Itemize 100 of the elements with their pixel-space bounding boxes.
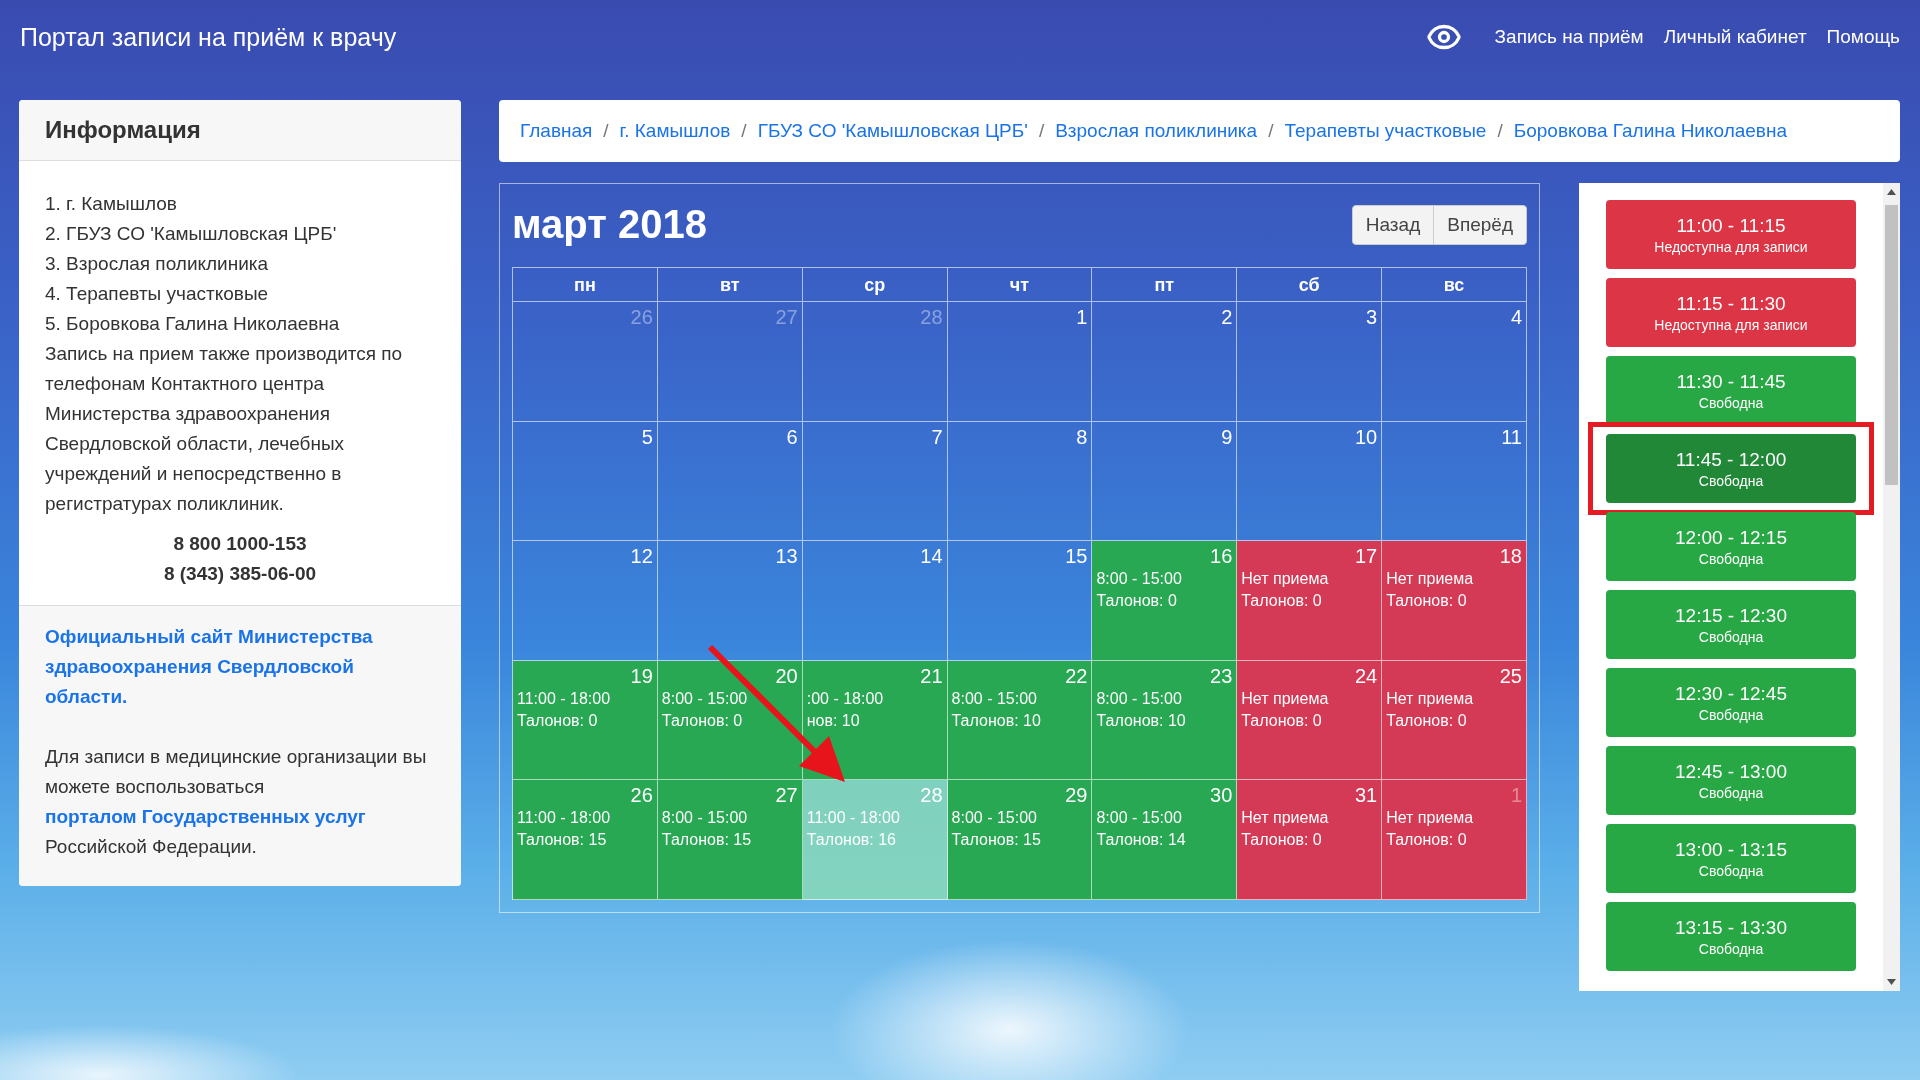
breadcrumb-link[interactable]: Терапевты участковые bbox=[1284, 120, 1487, 142]
day-hours: 11:00 - 18:00 bbox=[806, 808, 901, 828]
day-hours: 8:00 - 15:00 bbox=[661, 808, 749, 828]
day-hours: Нет приема bbox=[1241, 808, 1330, 828]
day-cell[interactable]: 1 Нет приема Талонов: 0 bbox=[1382, 780, 1527, 900]
ministry-link[interactable]: Официальный сайт Министерства здравоохранения Свердловской области. bbox=[45, 622, 435, 712]
weekday-header: вс bbox=[1382, 268, 1527, 302]
breadcrumb-separator: / bbox=[1267, 120, 1275, 142]
day-number: 14 bbox=[920, 545, 943, 568]
day-cell[interactable]: 3 bbox=[1237, 302, 1383, 422]
day-hours: :00 - 18:00 bbox=[806, 688, 885, 709]
nav-link[interactable]: Запись на приём bbox=[1494, 26, 1644, 48]
day-number: 19 bbox=[630, 664, 653, 688]
day-number: 24 bbox=[1354, 664, 1378, 688]
day-number: 6 bbox=[786, 425, 798, 449]
day-number: 29 bbox=[1065, 784, 1088, 807]
day-hours: 11:00 - 18:00 bbox=[517, 688, 612, 709]
ticket-count: Талонов: 15 bbox=[517, 830, 608, 850]
time-slot-button[interactable]: 11:30 - 11:45 Свободна bbox=[1606, 356, 1856, 425]
day-cell[interactable]: 19 11:00 - 18:00 Талонов: 0 bbox=[513, 660, 658, 780]
day-number: 11 bbox=[1501, 425, 1522, 449]
day-number: 18 bbox=[1499, 545, 1522, 568]
info-line: 2. ГБУЗ СО 'Камышловская ЦРБ' bbox=[45, 222, 338, 246]
day-cell[interactable]: 8 bbox=[947, 421, 1093, 541]
time-slot-button[interactable]: 13:00 - 13:15 Свободна bbox=[1606, 824, 1856, 893]
scrollbar[interactable] bbox=[1883, 183, 1900, 991]
day-number: 23 bbox=[1210, 664, 1233, 688]
breadcrumb-link[interactable]: Боровкова Галина Николаевна bbox=[1513, 120, 1788, 142]
day-cell[interactable]: 25 Нет приема Талонов: 0 bbox=[1382, 660, 1527, 780]
day-cell[interactable]: 31 Нет приема Талонов: 0 bbox=[1237, 780, 1383, 900]
day-cell[interactable]: 29 8:00 - 15:00 Талонов: 15 bbox=[947, 780, 1093, 900]
day-hours: Нет приема bbox=[1241, 569, 1330, 589]
card-title: Информация bbox=[45, 116, 202, 144]
time-slot-button[interactable]: 11:45 - 12:00 Свободна bbox=[1606, 434, 1856, 503]
day-cell[interactable]: 4 bbox=[1382, 302, 1527, 422]
prev-button[interactable]: Назад bbox=[1351, 204, 1435, 245]
day-hours: 8:00 - 15:00 bbox=[661, 688, 749, 709]
breadcrumb-separator: / bbox=[602, 120, 610, 142]
day-hours: Нет приема bbox=[1241, 688, 1330, 709]
day-cell[interactable]: 30 8:00 - 15:00 Талонов: 14 bbox=[1092, 780, 1238, 900]
day-number: 30 bbox=[1210, 784, 1233, 807]
nav-link[interactable]: Помощь bbox=[1826, 26, 1900, 48]
day-cell[interactable]: 13 bbox=[657, 541, 803, 661]
day-cell[interactable]: 6 bbox=[657, 421, 803, 541]
ticket-count: Талонов: 0 bbox=[1386, 830, 1468, 850]
day-cell[interactable]: 14 bbox=[802, 541, 948, 661]
day-cell[interactable]: 2 bbox=[1092, 302, 1238, 422]
breadcrumb-link[interactable]: Взрослая поликлиника bbox=[1055, 120, 1258, 142]
day-cell[interactable]: 17 Нет приема Талонов: 0 bbox=[1237, 541, 1383, 661]
day-cell[interactable]: 24 Нет приема Талонов: 0 bbox=[1237, 660, 1383, 780]
day-cell[interactable]: 23 8:00 - 15:00 Талонов: 10 bbox=[1092, 660, 1238, 780]
weekday-header: ср bbox=[802, 268, 948, 302]
day-cell[interactable]: 12 bbox=[513, 541, 658, 661]
ticket-count: Талонов: 0 bbox=[517, 710, 599, 731]
info-line: 5. Боровкова Галина Николаевна bbox=[45, 312, 341, 336]
day-number: 1 bbox=[1510, 784, 1522, 807]
day-cell[interactable]: 7 bbox=[802, 421, 948, 541]
portal-link[interactable]: порталом Государственных услуг bbox=[45, 806, 366, 827]
day-hours: 8:00 - 15:00 bbox=[1096, 569, 1183, 589]
ticket-count: Талонов: 14 bbox=[1096, 830, 1187, 850]
day-number: 22 bbox=[1065, 664, 1088, 688]
portal-text: Для записи в медицинские организации вы можете воспользоваться порталом Государственных услуг Российской Федерации. bbox=[45, 745, 428, 859]
day-cell[interactable]: 22 8:00 - 15:00 Талонов: 10 bbox=[947, 660, 1093, 780]
breadcrumb-link[interactable]: Главная bbox=[520, 120, 593, 142]
day-cell[interactable]: 21 :00 - 18:00 нов: 10 bbox=[802, 660, 948, 780]
day-number: 7 bbox=[931, 425, 943, 449]
day-cell[interactable]: 16 8:00 - 15:00 Талонов: 0 bbox=[1092, 541, 1238, 661]
day-cell[interactable]: 26 11:00 - 18:00 Талонов: 15 bbox=[513, 780, 658, 900]
day-cell[interactable]: 5 bbox=[513, 421, 658, 541]
day-number: 28 bbox=[920, 306, 943, 329]
nav-link[interactable]: Личный кабинет bbox=[1663, 26, 1807, 48]
day-number: 26 bbox=[630, 784, 653, 807]
info-text: Запись на прием также производится по телефонам Контактного центра Министерства здравоохранения Свердловской области, лечебных учреждений и непосредственно в регистратурах поликлиник. bbox=[45, 342, 404, 516]
day-number: 10 bbox=[1354, 425, 1378, 449]
breadcrumb-link[interactable]: ГБУЗ СО 'Камышловская ЦРБ' bbox=[757, 120, 1028, 142]
day-hours: 8:00 - 15:00 bbox=[1096, 688, 1183, 709]
day-number: 12 bbox=[630, 545, 653, 568]
day-number: 20 bbox=[775, 664, 798, 688]
time-slot-button[interactable]: 12:30 - 12:45 Свободна bbox=[1606, 668, 1856, 737]
day-number: 5 bbox=[641, 425, 653, 449]
time-slot-button[interactable]: 13:15 - 13:30 Свободна bbox=[1606, 902, 1856, 971]
breadcrumb-link[interactable]: г. Камышлов bbox=[619, 120, 731, 142]
day-cell[interactable]: 20 8:00 - 15:00 Талонов: 0 bbox=[657, 660, 803, 780]
info-line: 3. Взрослая поликлиника bbox=[45, 252, 270, 276]
day-number: 8 bbox=[1076, 425, 1088, 449]
calendar-month-title: март 2018 bbox=[512, 202, 707, 247]
next-button[interactable]: Вперёд bbox=[1433, 204, 1527, 245]
time-slot-button[interactable]: 12:15 - 12:30 Свободна bbox=[1606, 590, 1856, 659]
time-slot-button[interactable]: 12:45 - 13:00 Свободна bbox=[1606, 746, 1856, 815]
time-slot-button[interactable]: 11:00 - 11:15 Недоступна для записи bbox=[1606, 200, 1856, 269]
ticket-count: Талонов: 10 bbox=[1096, 710, 1187, 731]
breadcrumb-separator: / bbox=[740, 120, 748, 142]
time-slot-button[interactable]: 12:00 - 12:15 Свободна bbox=[1606, 512, 1856, 581]
day-cell[interactable]: 18 Нет приема Талонов: 0 bbox=[1382, 541, 1527, 661]
day-cell[interactable]: 27 8:00 - 15:00 Талонов: 15 bbox=[657, 780, 803, 900]
day-number: 2 bbox=[1221, 306, 1233, 329]
day-hours: 8:00 - 15:00 bbox=[951, 688, 1038, 709]
day-hours: Нет приема bbox=[1386, 808, 1475, 828]
time-slot-button[interactable]: 11:15 - 11:30 Недоступна для записи bbox=[1606, 278, 1856, 347]
day-cell[interactable]: 1 bbox=[947, 302, 1093, 422]
